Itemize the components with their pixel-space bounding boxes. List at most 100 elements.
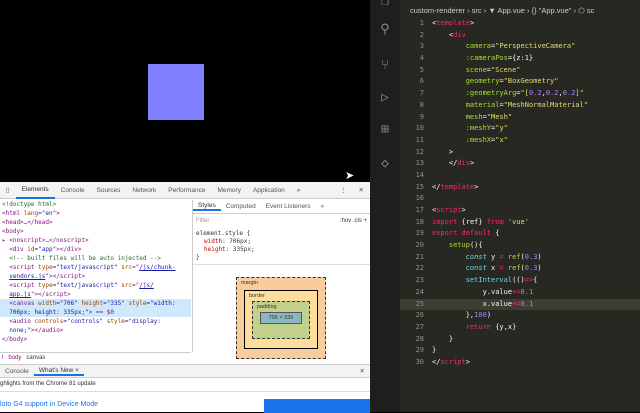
box-model-padding[interactable]: padding 706 × 335 [252,301,310,339]
dom-node[interactable]: <html lang="en"> [0,209,191,218]
code-line[interactable]: 18 import {ref} from 'vue' [400,217,640,229]
code-line[interactable]: 22 const x = ref(0.3) [400,263,640,275]
code-editor[interactable]: 1 <template> 2 <div 3 camera="PerspectiveCa… [400,18,640,369]
width-prop[interactable]: width [196,238,222,245]
tab-memory[interactable]: Memory [211,187,246,194]
tab-elements[interactable]: Elements [15,182,55,199]
code-line[interactable]: 2 <div [400,30,640,42]
tab-sources[interactable]: Sources [91,187,127,194]
code-line[interactable]: 11 :meshX="x" [400,135,640,147]
code-line[interactable]: 12 > [400,147,640,159]
code-line[interactable]: 20 setup(){ [400,240,640,252]
code-line[interactable]: 8 material="MeshNormalMaterial" [400,100,640,112]
height-prop[interactable]: height [196,246,226,253]
code-line[interactable]: 24 y.value+=0.1 [400,287,640,299]
dom-node[interactable]: <script type="text/javascript" src="/js/ [0,281,191,290]
tab-network[interactable]: Network [126,187,162,194]
dom-node[interactable]: vendors.js"></script> [0,272,191,281]
tab-console[interactable]: Console [55,187,91,194]
box-model-margin[interactable]: margin border padding 706 × 335 [236,277,326,359]
tab-event-listeners[interactable]: Event Listeners [261,203,316,210]
dom-node[interactable]: <!-- built files will be auto injected -… [0,254,191,263]
more-style-tabs[interactable]: » [316,203,330,210]
explorer-icon[interactable]: ❐ [377,0,393,10]
dom-node[interactable]: <audio controls="controls" style="displa… [0,317,191,326]
code-line[interactable]: 5 scene="Scene" [400,65,640,77]
dom-node[interactable]: <body> [0,227,191,236]
code-line[interactable]: 29} [400,345,640,357]
code-line[interactable]: 10 :meshY="y" [400,123,640,135]
box-model-border[interactable]: border padding 706 × 335 [244,290,318,349]
code-token: y.value [432,287,513,296]
code-line[interactable]: 27 return {y,x} [400,322,640,334]
dom-token: ></div> [56,246,82,253]
tab-styles[interactable]: Styles [193,202,221,211]
new-rule-button[interactable]: + [363,218,367,224]
crumb-html[interactable]: l [2,355,3,361]
styles-filter-input[interactable]: Filter [196,218,209,224]
code-line[interactable]: 7 :geometryArg="[0.2,0.2,0.2]" [400,88,640,100]
code-line[interactable]: 17 <script> [400,205,640,217]
tab-computed[interactable]: Computed [221,203,261,210]
code-line[interactable]: 30 </script> [400,357,640,369]
code-token: 0.2 [528,89,542,98]
dom-node[interactable]: <div id="app"></div> [0,245,191,254]
code-line[interactable]: 19 export default { [400,228,640,240]
code-line[interactable]: 21 const y = ref(0.3) [400,252,640,264]
code-token: } [432,334,454,343]
code-line[interactable]: 26 },100) [400,310,640,322]
code-line[interactable]: 6 geometry="BoxGeometry" [400,76,640,88]
code-line[interactable]: 4 :cameraPos={z:1} [400,53,640,65]
code-line[interactable]: 3 camera="PerspectiveCamera" [400,41,640,53]
news-item-link[interactable]: loto G4 support in Device Mode [0,401,98,408]
box-model-content[interactable]: 706 × 335 [260,312,302,324]
dom-node[interactable]: 706px; height: 335px;"> == $0 [0,308,191,317]
crumb-canvas[interactable]: canvas [26,355,45,361]
element-style-rule[interactable]: element.style { width: 706px; height: 33… [193,228,370,265]
dom-node[interactable]: <canvas width="706" height="335" style="… [0,299,191,308]
code-token: return [432,322,496,331]
code-line[interactable]: 28 } [400,334,640,346]
cls-button[interactable]: .cls [353,218,362,224]
code-line[interactable]: 25 x.value+=0.1 [400,298,640,311]
drawer-tab-whats-new[interactable]: What's New × [33,367,84,376]
code-line[interactable]: 16 [400,193,640,205]
line-number: 24 [415,287,424,296]
more-options-icon[interactable]: ⋮ [334,186,353,194]
dom-node[interactable]: none;"></audio> [0,326,191,335]
hov-button[interactable]: :hov [340,218,351,224]
code-line[interactable]: 1 <template> [400,18,640,30]
code-token: 0.3 [524,252,538,261]
dom-tree[interactable]: <!doctype html> <html lang="en"> <head>…</… [0,200,191,352]
drawer-close-icon[interactable]: ✕ [355,367,370,375]
code-line[interactable]: 23 setInterval(()=>{ [400,275,640,287]
search-icon[interactable]: ⚲ [377,22,393,38]
height-value[interactable]: 335px; [233,246,255,253]
webgl-canvas[interactable]: ➤ [0,0,370,182]
tab-performance[interactable]: Performance [162,187,211,194]
code-token: div [453,30,466,39]
dom-node[interactable]: <!doctype html> [0,200,191,209]
git-graph-icon[interactable]: ◇ [377,156,393,172]
dom-node[interactable]: app.js"></script> [0,290,191,299]
crumb-body[interactable]: body [8,355,21,361]
editor-breadcrumb[interactable]: custom-renderer › src › ▼ App.vue › {} "… [410,6,594,15]
code-line[interactable]: 14 [400,170,640,182]
run-debug-icon[interactable]: ▷ [377,90,393,106]
code-line[interactable]: 13 </div> [400,158,640,170]
drawer-tab-console[interactable]: Console [0,368,34,375]
code-line[interactable]: 9 mesh="Mesh" [400,112,640,124]
dom-node[interactable]: </body> [0,335,191,344]
tab-application[interactable]: Application [247,187,291,194]
dom-node[interactable]: ▸ <noscript>…</noscript> [0,236,191,245]
more-tabs-button[interactable]: » [291,187,307,194]
close-devtools-icon[interactable]: ✕ [353,186,370,194]
source-control-icon[interactable]: ⑂ [377,58,393,74]
device-toggle-icon[interactable]: ▯ [0,186,16,194]
width-value[interactable]: 706px; [229,238,251,245]
dom-token: "></script> [30,291,71,298]
dom-node[interactable]: <script type="text/javascript" src="/js/… [0,263,191,272]
extensions-icon[interactable]: ⊞ [377,122,393,138]
dom-node[interactable]: <head>…</head> [0,218,191,227]
code-line[interactable]: 15 </template> [400,182,640,194]
